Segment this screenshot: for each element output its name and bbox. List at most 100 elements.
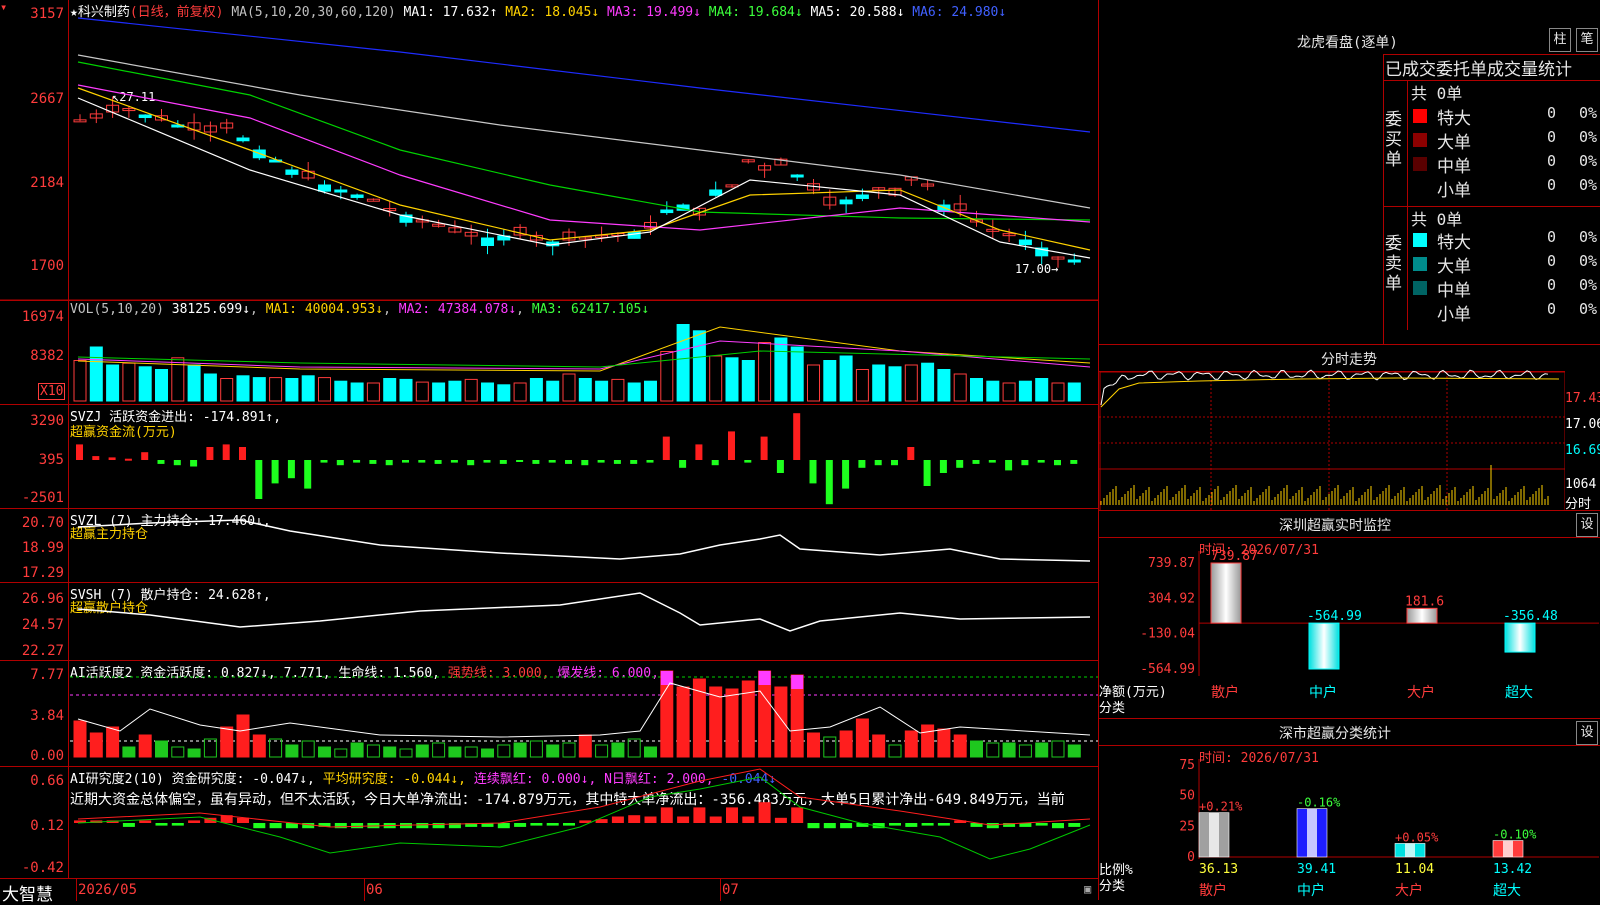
order-pct: 0%: [1579, 300, 1598, 318]
ai-research-plot[interactable]: [0, 767, 1098, 879]
app-name[interactable]: 大智慧: [2, 880, 53, 905]
candle: [709, 189, 723, 196]
ai-active-plot[interactable]: [0, 661, 1098, 767]
volume-bar: [1051, 382, 1065, 402]
active-bar: [220, 726, 234, 758]
volume-bar: [318, 377, 331, 402]
active-bar: [1035, 742, 1049, 758]
svzl-plot[interactable]: [0, 509, 1098, 583]
category-label: 大户: [1407, 684, 1435, 701]
flow-bar: [434, 460, 442, 464]
flow-bar: [320, 460, 328, 463]
flow-bar: [450, 460, 458, 463]
research-bar: [921, 823, 934, 826]
volume-bar: [529, 378, 543, 402]
active-bar: [464, 746, 478, 758]
retail-holding-line: [77, 592, 1091, 632]
order-count: 0: [1547, 128, 1557, 146]
ai-active-pane[interactable]: AI活跃度2 资金活跃度: 0.827↓, 7.771, 生命线: 1.560,…: [0, 660, 1098, 767]
order-name: 大单: [1437, 133, 1471, 153]
sell-row-2: 中单 0 0%: [1411, 276, 1600, 301]
research-bar: [563, 823, 575, 826]
volume-bar: [1035, 378, 1049, 402]
flow-bar: [923, 460, 931, 486]
ma2-line: [77, 87, 1091, 251]
active-bar: [562, 742, 576, 758]
active-bar: [155, 740, 168, 758]
active-bar: [529, 740, 543, 758]
volume-bar: [676, 324, 690, 402]
volume-pane[interactable]: VOL(5,10,20) 38125.699↓, MA1: 40004.953↓…: [0, 300, 1098, 405]
svzj-plot[interactable]: [0, 405, 1098, 509]
research-bar: [774, 817, 787, 823]
bar-highlight: [1307, 808, 1317, 857]
flow-bar: [108, 457, 116, 460]
sell-row-1: 大单 0 0%: [1411, 252, 1600, 277]
kline-pane[interactable]: ★科兴制药(日线，前复权) MA(5,10,20,30,60,120) MA1:…: [0, 0, 1098, 300]
flow-bar: [239, 447, 246, 460]
active-bar: [432, 742, 446, 758]
buy-row-2: 中单 0 0%: [1411, 152, 1600, 177]
sell-side-label: 委卖单: [1385, 234, 1402, 294]
flow-bar: [532, 460, 540, 464]
order-count: 0: [1547, 104, 1557, 122]
research-bar: [139, 820, 152, 823]
svzl-pane[interactable]: SVZL (7) 主力持仓: 17.460↓, 超赢主力持仓 20.70 18.…: [0, 508, 1098, 583]
volume-bar: [611, 378, 625, 402]
kline-plot[interactable]: [0, 0, 1098, 300]
volume-bar: [790, 346, 804, 402]
svsh-plot[interactable]: [0, 583, 1098, 661]
research-bar: [905, 823, 918, 827]
volume-bar: [187, 364, 201, 402]
intraday-plot[interactable]: [1099, 345, 1565, 511]
dragon-panel[interactable]: 龙虎看盘(逐单) 柱 笔 已成交委托单成交量统计 委买单 共 0单 特大 0 0% 大…: [1099, 0, 1600, 345]
volume-bar: [383, 378, 397, 402]
active-bar: [187, 748, 201, 758]
order-name: 小单: [1437, 305, 1471, 325]
research-bar: [269, 823, 282, 829]
order-pct: 0%: [1579, 128, 1598, 146]
volume-bar: [415, 381, 429, 402]
dragon-title: 龙虎看盘(逐单): [1297, 35, 1398, 51]
category-label: 超大: [1505, 685, 1533, 701]
legend-swatch: [1413, 109, 1427, 123]
volume-bar: [888, 366, 902, 402]
net-bar: [1406, 607, 1438, 624]
volume-bar: [236, 375, 250, 402]
volume-bar: [855, 369, 869, 402]
active-bar: [171, 746, 185, 758]
sz-monitor-panel[interactable]: 深圳超赢实时监控 设 时间: 2026/07/31 净额(万元) 分类 739.…: [1099, 510, 1600, 719]
sz-class-chart[interactable]: 75 50 25 0 +0.21% 36.13 散户 -0.16% 39.41 中户 +0.05% 1…: [1099, 719, 1600, 901]
svsh-pane[interactable]: SVSH (7) 散户持仓: 24.628↑, 超赢散户持仓 26.96 24.…: [0, 582, 1098, 661]
category-label: 散户: [1211, 684, 1239, 701]
legend-swatch: [1413, 281, 1427, 295]
active-bar: [334, 748, 348, 758]
bar-highlight: [1209, 812, 1219, 857]
volume-plot[interactable]: [0, 301, 1098, 405]
active-bar: [872, 734, 886, 758]
lock-icon[interactable]: ▣: [1084, 882, 1091, 896]
flow-bar: [776, 460, 784, 473]
volume-bar: [481, 382, 494, 402]
svzj-pane[interactable]: SVZJ 活跃资金进出: -174.891↑, 超赢资金流(万元) 3290 3…: [0, 404, 1098, 509]
active-bar: [89, 732, 103, 758]
flow-bar: [858, 460, 866, 468]
sell-total: 共 0单: [1411, 210, 1463, 229]
intraday-panel[interactable]: 分时走势 17.43 17.06 16.69 1064 分时: [1099, 344, 1600, 512]
volume-bar: [285, 378, 299, 402]
active-bar: [269, 738, 283, 758]
volume-bar: [252, 377, 266, 402]
bar-mode-tab[interactable]: 柱: [1549, 28, 1571, 52]
volume-bar: [155, 369, 168, 402]
active-bar: [73, 720, 87, 758]
ai-research-pane[interactable]: AI研究度2(10) 资金研究度: -0.047↓, 平均研究度: -0.044…: [0, 766, 1098, 879]
volume-bar: [1067, 382, 1081, 402]
tick-mode-tab[interactable]: 笔: [1576, 28, 1598, 52]
active-bar: [1018, 744, 1032, 758]
chart-area[interactable]: ★科兴制药(日线，前复权) MA(5,10,20,30,60,120) MA1:…: [0, 0, 1098, 905]
category-label: 超大: [1493, 883, 1521, 899]
active-bar: [823, 736, 837, 758]
sz-monitor-chart[interactable]: 739.87 304.92 -130.04 -564.99 739.87 散户 -564.9…: [1099, 511, 1600, 719]
legend-swatch: [1413, 233, 1427, 247]
sz-class-panel[interactable]: 深市超赢分类统计 设 时间: 2026/07/31 比例% 分类 75 50 25 0…: [1099, 718, 1600, 901]
